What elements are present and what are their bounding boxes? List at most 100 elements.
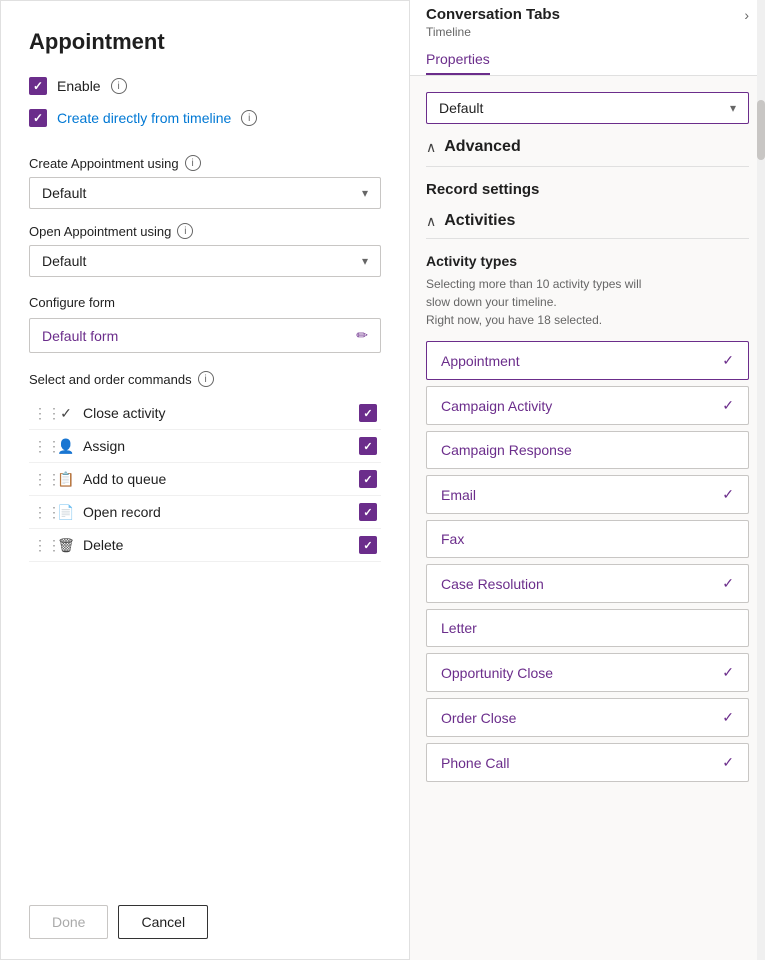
activity-item-campaign-activity[interactable]: Campaign Activity ✓	[426, 386, 749, 425]
enable-checkbox[interactable]	[29, 77, 47, 95]
activity-opportunity-close-check: ✓	[722, 664, 734, 681]
record-settings-title: Record settings	[426, 181, 749, 198]
default-dropdown[interactable]: Default ▾	[426, 92, 749, 124]
right-header: Conversation Tabs › Timeline Properties	[410, 0, 765, 76]
activity-item-opportunity-close[interactable]: Opportunity Close ✓	[426, 653, 749, 692]
left-panel: Appointment Enable i Create directly fro…	[0, 0, 410, 960]
cancel-button[interactable]: Cancel	[118, 905, 208, 939]
activity-email-label: Email	[441, 487, 476, 503]
activities-title: Activities	[444, 212, 515, 230]
close-activity-label: Close activity	[83, 405, 351, 421]
activity-item-case-resolution[interactable]: Case Resolution ✓	[426, 564, 749, 603]
activity-order-close-label: Order Close	[441, 710, 516, 726]
drag-handle-close[interactable]: ⋮⋮	[33, 405, 49, 422]
enable-label: Enable	[57, 78, 101, 94]
open-record-icon: 📄	[57, 504, 75, 521]
command-row-assign: ⋮⋮ 👤 Assign	[29, 430, 381, 463]
activity-campaign-response-label: Campaign Response	[441, 442, 572, 458]
enable-row: Enable i	[29, 77, 381, 95]
create-directly-label: Create directly from timeline	[57, 110, 231, 126]
create-using-arrow: ▾	[362, 186, 368, 200]
open-using-arrow: ▾	[362, 254, 368, 268]
drag-handle-add-queue[interactable]: ⋮⋮	[33, 471, 49, 488]
create-using-info-icon[interactable]: i	[185, 155, 201, 171]
command-row-add-queue: ⋮⋮ 📋 Add to queue	[29, 463, 381, 496]
activity-case-resolution-check: ✓	[722, 575, 734, 592]
add-to-queue-icon: 📋	[57, 471, 75, 488]
done-button[interactable]: Done	[29, 905, 108, 939]
create-directly-info-icon[interactable]: i	[241, 110, 257, 126]
properties-tab: Properties	[426, 43, 749, 75]
activity-item-fax[interactable]: Fax	[426, 520, 749, 558]
scrollbar-track	[757, 0, 765, 960]
right-panel: Conversation Tabs › Timeline Properties …	[410, 0, 765, 960]
pencil-icon[interactable]: ✏	[356, 327, 368, 344]
commands-info-icon[interactable]: i	[198, 371, 214, 387]
activity-phone-call-check: ✓	[722, 754, 734, 771]
activity-letter-label: Letter	[441, 620, 477, 636]
right-panel-wrapper: Conversation Tabs › Timeline Properties …	[410, 0, 765, 960]
open-using-dropdown[interactable]: Default ▾	[29, 245, 381, 277]
configure-form-box[interactable]: Default form ✏	[29, 318, 381, 353]
add-to-queue-label: Add to queue	[83, 471, 351, 487]
delete-checkbox[interactable]	[359, 536, 377, 554]
configure-form-label: Configure form	[29, 295, 381, 310]
command-row-open-record: ⋮⋮ 📄 Open record	[29, 496, 381, 529]
add-to-queue-checkbox[interactable]	[359, 470, 377, 488]
properties-tab-item[interactable]: Properties	[426, 43, 490, 75]
default-dropdown-value: Default	[439, 100, 483, 116]
delete-label: Delete	[83, 537, 351, 553]
create-using-label: Create Appointment using i	[29, 155, 381, 171]
close-activity-checkbox[interactable]	[359, 404, 377, 422]
command-row-close: ⋮⋮ ✓ Close activity	[29, 397, 381, 430]
scrollbar-thumb[interactable]	[757, 100, 765, 160]
activity-campaign-activity-label: Campaign Activity	[441, 398, 552, 414]
activity-item-phone-call[interactable]: Phone Call ✓	[426, 743, 749, 782]
create-using-dropdown[interactable]: Default ▾	[29, 177, 381, 209]
advanced-section[interactable]: ∧ Advanced	[426, 138, 749, 156]
close-activity-icon: ✓	[57, 405, 75, 422]
activity-phone-call-label: Phone Call	[441, 755, 510, 771]
activity-info-text: Selecting more than 10 activity types wi…	[426, 275, 749, 329]
activity-case-resolution-label: Case Resolution	[441, 576, 544, 592]
assign-checkbox[interactable]	[359, 437, 377, 455]
delete-icon: 🗑	[57, 537, 75, 554]
activity-item-campaign-response[interactable]: Campaign Response	[426, 431, 749, 469]
activity-campaign-activity-check: ✓	[722, 397, 734, 414]
advanced-title: Advanced	[444, 138, 520, 156]
commands-label: Select and order commands i	[29, 371, 381, 387]
default-dropdown-arrow: ▾	[730, 101, 736, 115]
activity-fax-label: Fax	[441, 531, 464, 547]
activities-divider	[426, 238, 749, 239]
activity-item-order-close[interactable]: Order Close ✓	[426, 698, 749, 737]
open-using-info-icon[interactable]: i	[177, 223, 193, 239]
activity-item-letter[interactable]: Letter	[426, 609, 749, 647]
drag-handle-delete[interactable]: ⋮⋮	[33, 537, 49, 554]
activity-item-appointment[interactable]: Appointment ✓	[426, 341, 749, 380]
open-record-checkbox[interactable]	[359, 503, 377, 521]
create-directly-checkbox[interactable]	[29, 109, 47, 127]
drag-handle-open-record[interactable]: ⋮⋮	[33, 504, 49, 521]
drag-handle-assign[interactable]: ⋮⋮	[33, 438, 49, 455]
activities-collapse-icon: ∧	[426, 213, 436, 230]
activity-item-email[interactable]: Email ✓	[426, 475, 749, 514]
chevron-right-icon[interactable]: ›	[744, 7, 749, 23]
open-record-label: Open record	[83, 504, 351, 520]
open-using-label: Open Appointment using i	[29, 223, 381, 239]
advanced-collapse-icon: ∧	[426, 139, 436, 156]
commands-section: Select and order commands i ⋮⋮ ✓ Close a…	[29, 371, 381, 562]
activity-opportunity-close-label: Opportunity Close	[441, 665, 553, 681]
activity-appointment-label: Appointment	[441, 353, 520, 369]
activity-appointment-check: ✓	[722, 352, 734, 369]
panel-title: Appointment	[29, 29, 381, 55]
right-body: Default ▾ ∧ Advanced Record settings ∧ A…	[410, 76, 765, 960]
activity-order-close-check: ✓	[722, 709, 734, 726]
timeline-label: Timeline	[426, 25, 749, 43]
activity-email-check: ✓	[722, 486, 734, 503]
conv-tabs-title: Conversation Tabs	[426, 6, 560, 23]
command-row-delete: ⋮⋮ 🗑 Delete	[29, 529, 381, 562]
activity-types-label: Activity types	[426, 253, 749, 269]
assign-label: Assign	[83, 438, 351, 454]
enable-info-icon[interactable]: i	[111, 78, 127, 94]
activities-section[interactable]: ∧ Activities	[426, 212, 749, 230]
